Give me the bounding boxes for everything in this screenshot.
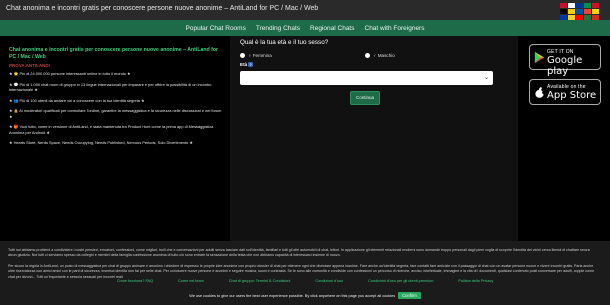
consent-text: We use cookies to give our users the bes… <box>189 293 396 298</box>
footer-link-group-terms[interactable]: Chat di gruppo: Termini & Condizioni <box>229 279 291 283</box>
feature-list: ★ 🌟 Più di 24.000.000 persone interessan… <box>9 71 224 151</box>
male-option[interactable]: ♂ Maschio <box>365 53 395 58</box>
chevron-down-icon: ⌄ <box>483 75 489 81</box>
language-flag-icon[interactable] <box>568 3 575 8</box>
nav-bar: Popular Chat Rooms Trending Chats Region… <box>0 20 610 36</box>
feature-item: ★ 🔒 Ai moderatori qualificati per contro… <box>9 108 222 119</box>
continue-button[interactable]: Continua <box>350 91 380 105</box>
female-label: ♀ Femmina <box>248 53 272 58</box>
male-label: ♂ Maschio <box>373 53 395 58</box>
language-flag-icon[interactable] <box>576 9 583 14</box>
language-flag-icon[interactable] <box>568 9 575 14</box>
age-label-row: Età? <box>240 62 254 67</box>
feature-item: ★ Hearts Store, Nerds Space, Needs Occup… <box>9 140 193 145</box>
nav-popular-chat-rooms[interactable]: Popular Chat Rooms <box>186 25 246 32</box>
cookie-consent: We use cookies to give our users the bes… <box>0 292 610 299</box>
cookie-paragraph: Tutti noi abbiamo problemi a condividere… <box>8 248 590 258</box>
google-play-icon <box>534 52 545 63</box>
try-antiland-label: PROVA ANTILAND! <box>9 63 51 68</box>
intro-panel: Chat anonima e incontri gratis per conos… <box>0 36 230 236</box>
male-radio[interactable] <box>365 53 370 58</box>
cookie-paragraph: Per sicuro la regola in AntiLand, un pos… <box>8 264 595 279</box>
feature-item: ★ 🌟 Più di 24.000.000 persone interessan… <box>9 71 131 76</box>
language-flag-icon[interactable] <box>584 3 591 8</box>
language-flag-icon[interactable] <box>576 3 583 8</box>
confirm-button[interactable]: Confirm <box>398 292 421 299</box>
language-flag-icon[interactable] <box>560 3 567 8</box>
intro-heading: Chat anonima e incontri gratis per conos… <box>9 47 219 60</box>
feature-item: ★ 🎁 Vuoi tutto, come in versione di Anti… <box>9 124 214 135</box>
google-badge-big: Google play <box>547 55 583 77</box>
footer-link-terms[interactable]: Condizioni d'uso <box>315 279 343 283</box>
female-radio[interactable] <box>240 53 245 58</box>
footer-link-privacy[interactable]: Politica della Privacy <box>458 279 493 283</box>
nav-trending-chats[interactable]: Trending Chats <box>256 25 300 32</box>
apple-badge-big: App Store <box>547 90 597 101</box>
age-label: Età <box>240 62 248 67</box>
cookie-banner: Tutti noi abbiamo problemi a condividere… <box>0 241 610 305</box>
female-option[interactable]: ♀ Femmina <box>240 53 272 58</box>
nav-regional-chats[interactable]: Regional Chats <box>310 25 354 32</box>
app-store-badge[interactable]: Available on the App Store <box>529 79 601 105</box>
feature-item: ★ 👥 Più di 100 utenti da andare voi a co… <box>9 97 145 103</box>
apple-icon <box>535 87 545 98</box>
footer-link-team[interactable]: Come nei team <box>178 279 204 283</box>
language-flag-icon[interactable] <box>592 3 599 8</box>
google-play-badge[interactable]: GET IT ON Google play <box>529 44 601 77</box>
help-icon[interactable]: ? <box>248 62 254 67</box>
top-bar: Chat anonima e incontri gratis per conos… <box>0 0 610 26</box>
signup-form: Qual è la tua età e il tuo sesso? ♀ Femm… <box>230 36 518 241</box>
footer-links: Come funziona? FAQ Come nei team Chat di… <box>0 279 610 283</box>
language-flag-icon[interactable] <box>592 9 599 14</box>
language-flag-icon[interactable] <box>584 9 591 14</box>
page-title: Chat anonima e incontri gratis per conos… <box>6 5 319 12</box>
footer-link-faq[interactable]: Come funziona? FAQ <box>117 279 153 283</box>
language-flag-icon[interactable] <box>560 9 567 14</box>
footer-link-premium-terms[interactable]: Condizioni d'uso per gli utenti premium <box>368 279 433 283</box>
nav-chat-with-foreigners[interactable]: Chat with Foreigners <box>365 25 425 32</box>
age-select[interactable]: ⌄ <box>240 71 493 85</box>
form-question: Qual è la tua età e il tuo sesso? <box>240 39 329 46</box>
feature-item: ★ 💬 Più di 1.000 chat room di gruppo in … <box>9 81 212 93</box>
